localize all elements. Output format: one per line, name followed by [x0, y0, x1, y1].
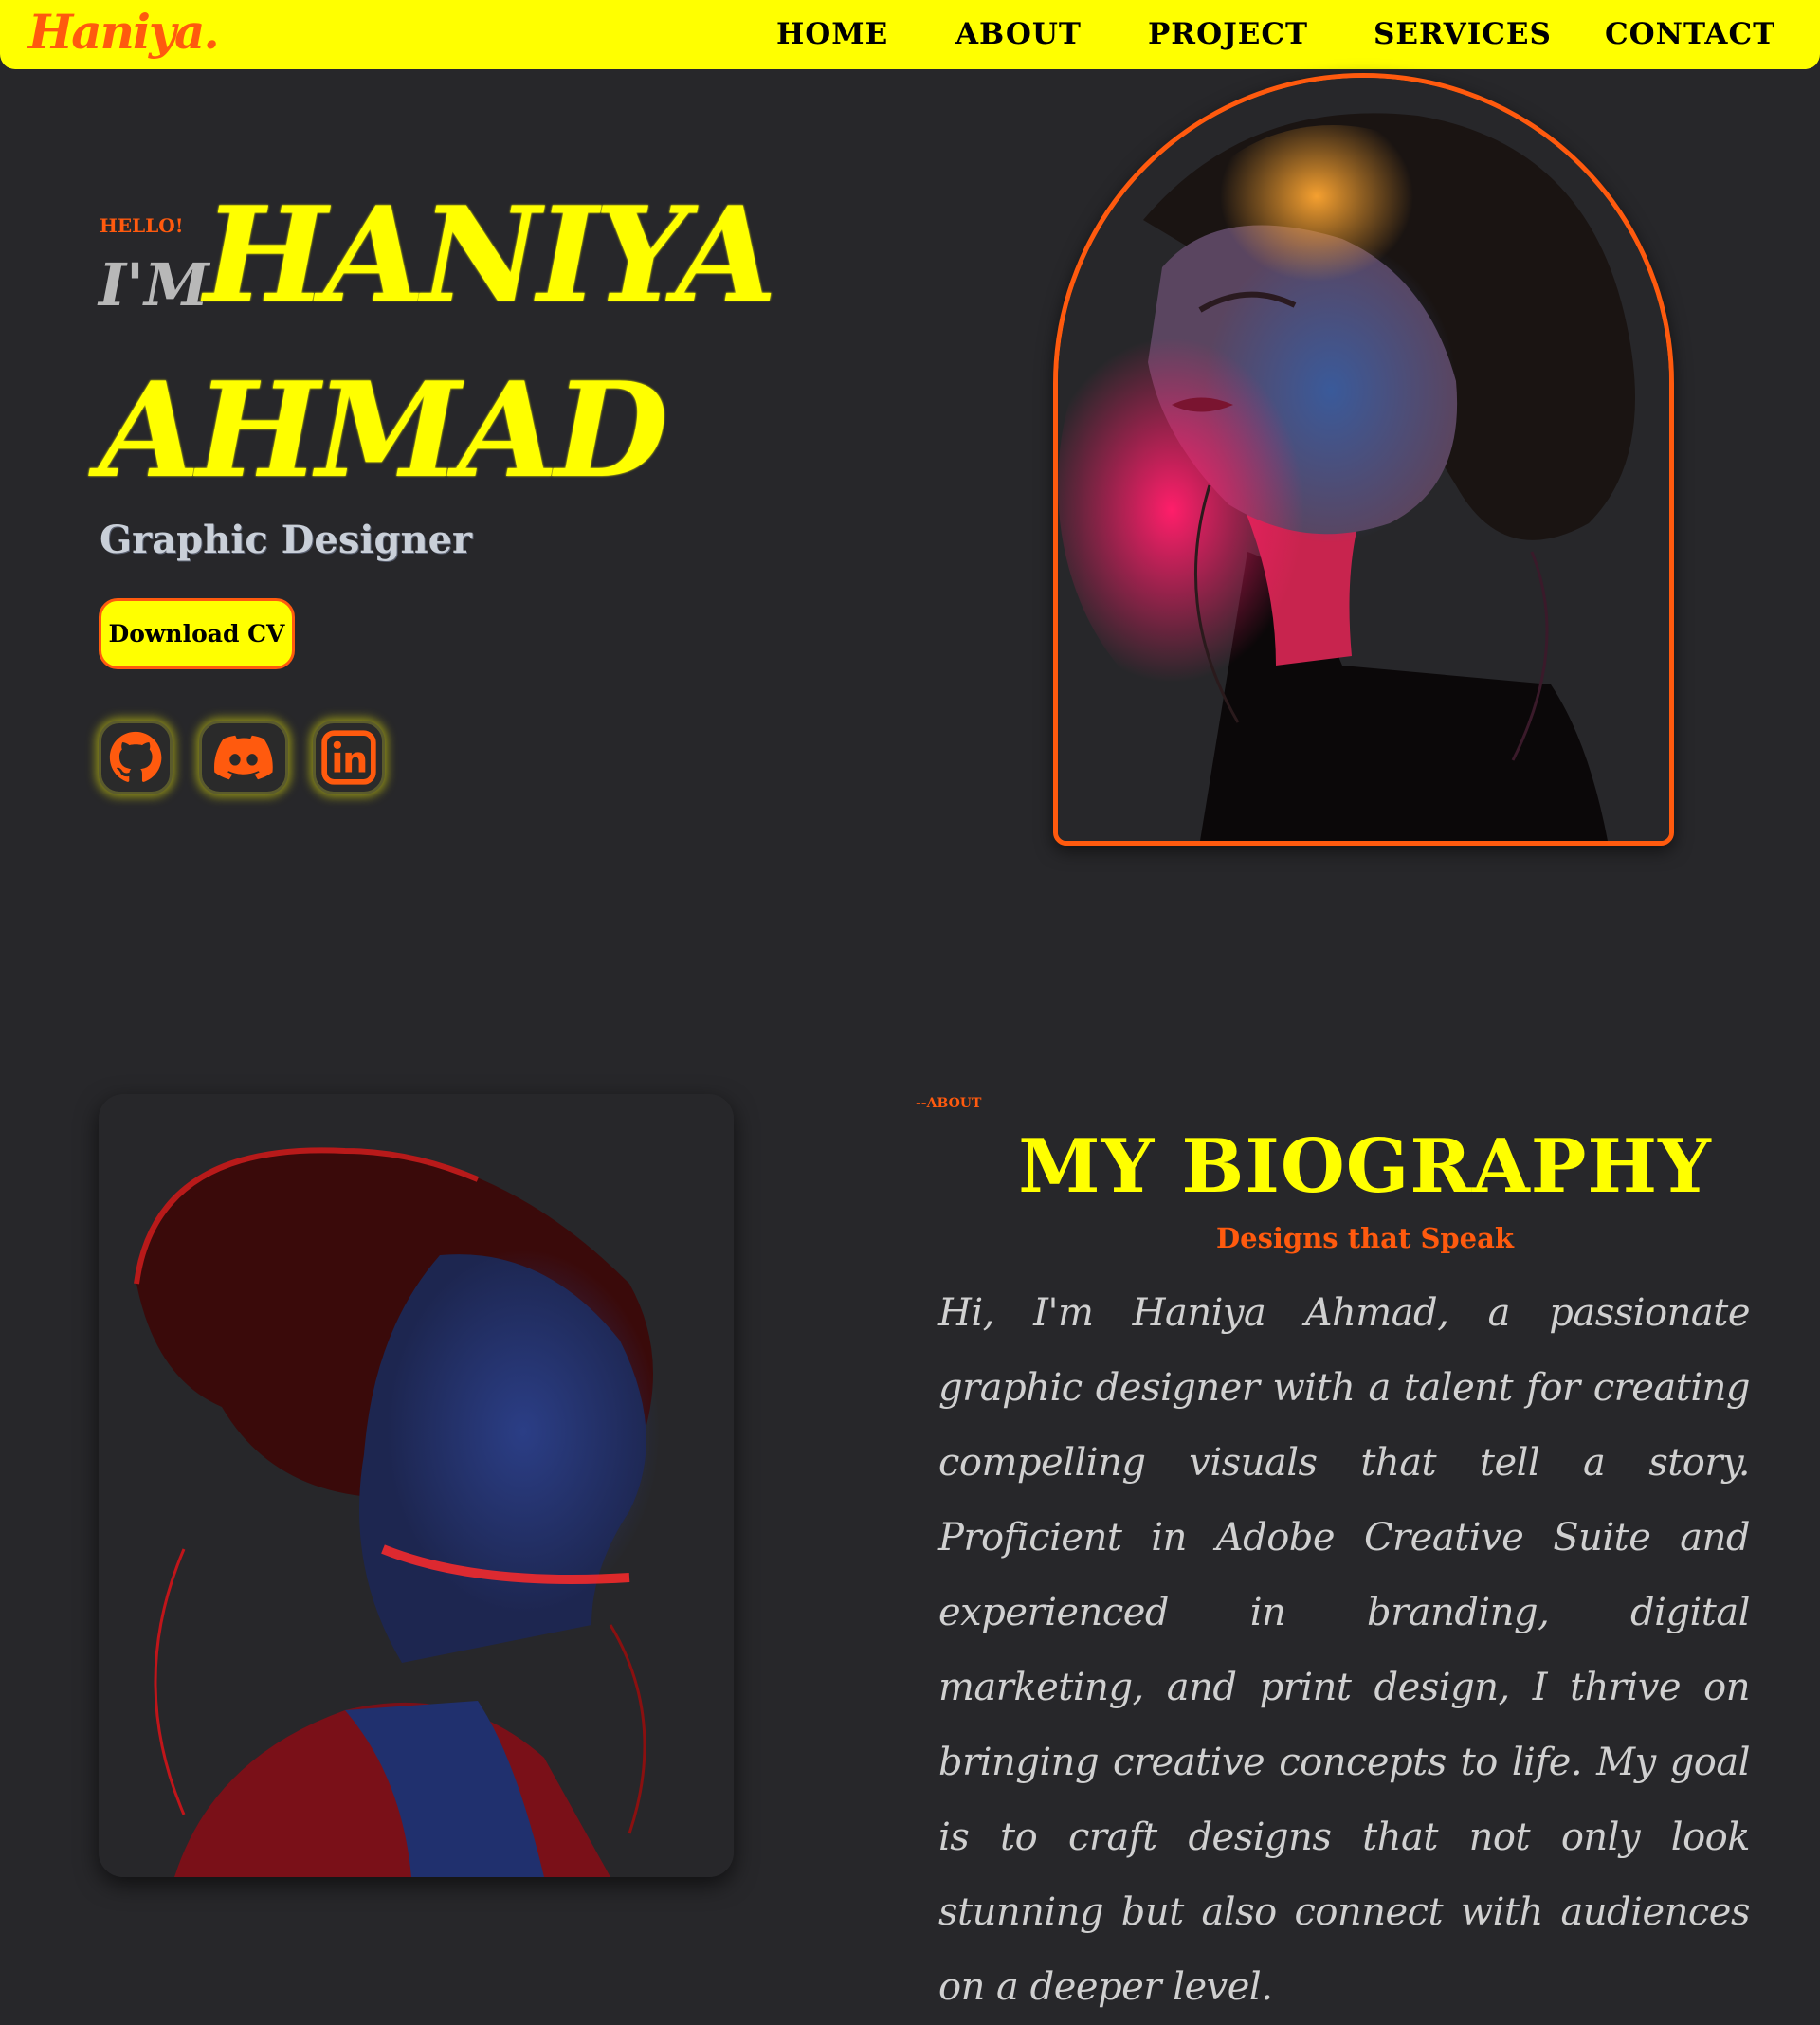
- hero-greeting: HELLO!: [100, 214, 184, 237]
- logo[interactable]: Haniya.: [28, 4, 220, 60]
- github-icon: [109, 731, 162, 782]
- about-portrait: [99, 1094, 734, 1877]
- github-link[interactable]: [99, 721, 173, 794]
- biography-title: MY BIOGRAPHY: [1018, 1123, 1712, 1210]
- hero-portrait: [1053, 73, 1674, 846]
- linkedin-link[interactable]: [313, 721, 385, 794]
- nav-link-services[interactable]: SERVICES: [1374, 17, 1552, 51]
- linkedin-icon: [321, 730, 376, 785]
- about-portrait-image: [99, 1094, 734, 1877]
- nav-link-about[interactable]: ABOUT: [956, 17, 1082, 51]
- nav-link-home[interactable]: HOME: [776, 17, 888, 51]
- nav-link-project[interactable]: PROJECT: [1148, 17, 1308, 51]
- discord-link[interactable]: [199, 721, 288, 794]
- download-cv-button[interactable]: Download CV: [99, 598, 295, 669]
- top-navbar: Haniya. HOME ABOUT PROJECT SERVICES CONT…: [0, 0, 1820, 69]
- portrait-image: [1058, 78, 1669, 841]
- hero-last-name: AHMAD: [99, 353, 668, 507]
- hero-first-name: HANIYA: [204, 177, 777, 332]
- about-section-tag: --ABOUT: [916, 1096, 982, 1111]
- biography-text: Hi, I'm Haniya Ahmad, a passionate graph…: [938, 1291, 1751, 2009]
- biography-subtitle: Designs that Speak: [1215, 1222, 1515, 1254]
- discord-icon: [214, 735, 273, 780]
- nav-link-contact[interactable]: CONTACT: [1605, 17, 1775, 51]
- hero-role: Graphic Designer: [100, 518, 473, 562]
- hero-intro: I'M: [99, 250, 209, 319]
